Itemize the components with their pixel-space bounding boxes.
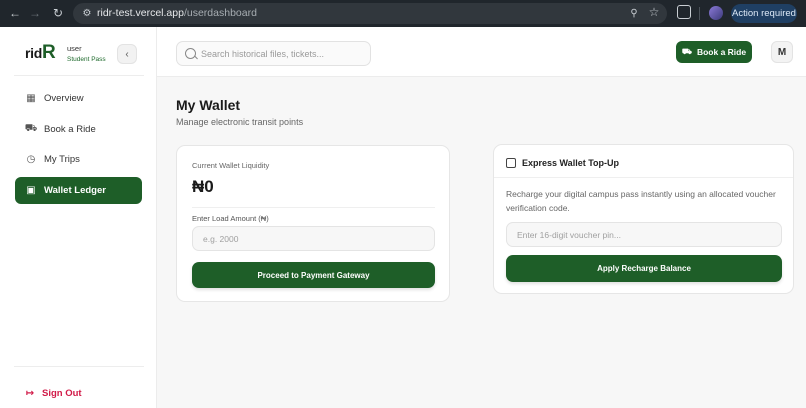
wallet-liquidity-label: Current Wallet Liquidity (192, 161, 270, 170)
user-name: user (67, 44, 82, 53)
wallet-balance-card: Current Wallet Liquidity ₦0 Enter Load A… (176, 145, 450, 302)
user-role: Student Pass (67, 56, 106, 63)
star-icon[interactable]: ☆ (647, 5, 661, 19)
brand-prefix: rid (25, 45, 42, 61)
clock-icon: ◷ (26, 154, 36, 165)
search-input[interactable] (201, 48, 361, 59)
sign-out-label: Sign Out (42, 387, 82, 399)
address-bar[interactable]: ⚙ ridr-test.vercel.app/userdashboard ⚲ ☆ (73, 3, 667, 24)
search-icon (185, 48, 196, 59)
logout-icon: ↦ (25, 387, 35, 399)
divider (494, 177, 793, 178)
brand-logo[interactable]: ridR (25, 42, 56, 64)
wallet-icon (506, 158, 516, 168)
sidebar-item-label: Overview (44, 93, 84, 104)
load-amount-label: Enter Load Amount (₦) (192, 214, 269, 223)
url-path: /userdashboard (183, 7, 257, 19)
brand-suffix: R (42, 42, 56, 63)
sign-out-button[interactable]: ↦ Sign Out (24, 387, 82, 399)
search-box[interactable] (176, 41, 371, 66)
topup-title: Express Wallet Top-Up (522, 158, 620, 168)
topup-description: Recharge your digital campus pass instan… (506, 189, 776, 213)
sidebar-item-label: My Trips (44, 154, 80, 165)
main-content: My Wallet Manage electronic transit poin… (157, 77, 806, 408)
apply-recharge-button[interactable]: Apply Recharge Balance (506, 255, 782, 282)
topup-header: Express Wallet Top-Up (506, 158, 619, 168)
top-bar: ⛟ Book a Ride M (157, 27, 806, 77)
wallet-balance: ₦0 (192, 177, 214, 196)
reload-icon[interactable]: ↻ (49, 4, 67, 22)
sidebar-item-book-a-ride[interactable]: ⛟ Book a Ride (15, 116, 142, 143)
action-required-button[interactable]: Action required (731, 4, 797, 23)
grid-icon: ▦ (26, 93, 36, 104)
wallet-icon: ▣ (26, 185, 36, 196)
profile-avatar[interactable] (709, 6, 723, 20)
tune-icon[interactable]: ⚙ (81, 7, 93, 19)
url-text[interactable]: ridr-test.vercel.app/userdashboard (97, 7, 257, 19)
arrow-left-icon[interactable]: ← (6, 4, 24, 22)
puzzle-icon[interactable] (677, 5, 691, 19)
proceed-to-payment-button[interactable]: Proceed to Payment Gateway (192, 262, 435, 288)
avatar[interactable]: M (771, 41, 793, 63)
divider (14, 75, 144, 76)
sidebar-item-wallet-ledger[interactable]: ▣ Wallet Ledger (15, 177, 142, 204)
page-subtitle: Manage electronic transit points (176, 117, 304, 127)
load-amount-input[interactable] (192, 226, 435, 251)
express-topup-card: Express Wallet Top-Up Recharge your digi… (493, 144, 794, 294)
page-title: My Wallet (176, 97, 241, 113)
divider (14, 366, 144, 367)
voucher-pin-input[interactable] (506, 222, 782, 247)
sidebar: ridR user Student Pass ‹ ▦ Overview ⛟ Bo… (0, 27, 157, 408)
browser-toolbar: ← → ↻ ⚙ ridr-test.vercel.app/userdashboa… (0, 0, 806, 27)
collapse-sidebar-button[interactable]: ‹ (117, 44, 137, 64)
sidebar-item-my-trips[interactable]: ◷ My Trips (15, 146, 142, 173)
sidebar-item-overview[interactable]: ▦ Overview (15, 85, 142, 112)
car-icon: ⛟ (681, 47, 692, 56)
book-a-ride-button[interactable]: ⛟ Book a Ride (676, 41, 752, 63)
sidebar-item-label: Book a Ride (44, 124, 96, 135)
car-icon: ⛟ (24, 123, 38, 134)
key-icon[interactable]: ⚲ (627, 6, 641, 20)
sidebar-item-label: Wallet Ledger (44, 185, 106, 196)
user-meta: user Student Pass (67, 44, 106, 63)
url-host: ridr-test.vercel.app (97, 7, 184, 19)
book-a-ride-label: Book a Ride (696, 47, 747, 57)
divider (192, 207, 435, 208)
arrow-right-icon[interactable]: → (26, 4, 44, 22)
toolbar-divider (699, 7, 700, 20)
chevron-left-icon: ‹ (125, 48, 129, 60)
